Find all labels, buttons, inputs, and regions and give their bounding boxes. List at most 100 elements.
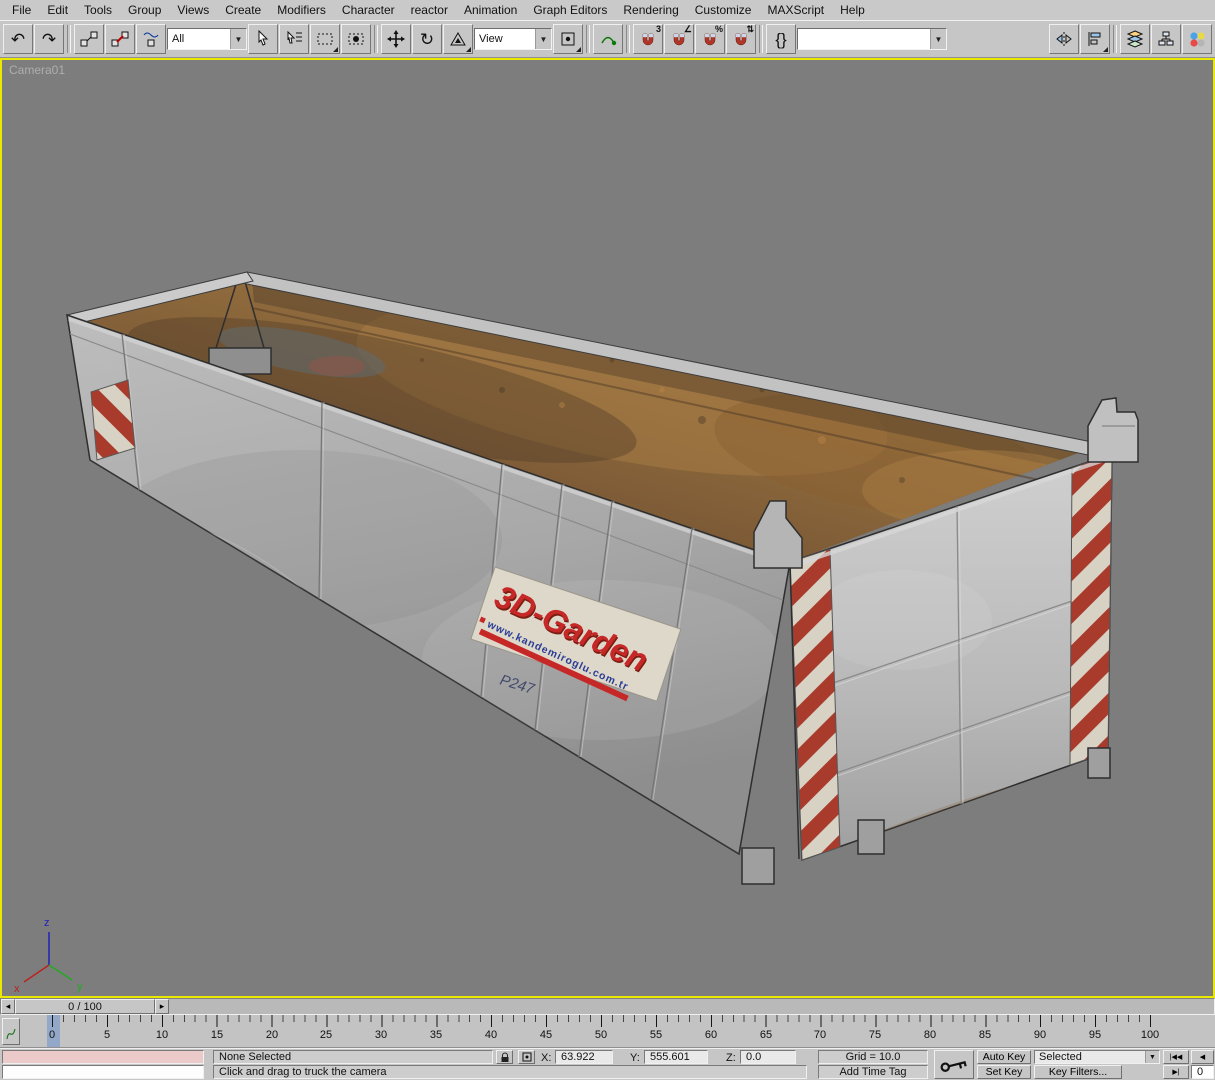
- dropdown-arrow-icon[interactable]: ▼: [1145, 1051, 1159, 1063]
- magnet-icon: [642, 33, 654, 46]
- set-key-button[interactable]: Set Key: [977, 1065, 1031, 1079]
- mirror-button[interactable]: [1049, 24, 1079, 54]
- menu-item-reactor[interactable]: reactor: [403, 1, 456, 19]
- mini-curve-editor-button[interactable]: [2, 1018, 20, 1045]
- viewport-label[interactable]: Camera01: [9, 63, 65, 77]
- selection-lock-toggle[interactable]: [496, 1050, 513, 1064]
- menu-item-modifiers[interactable]: Modifiers: [269, 1, 334, 19]
- percent-snap-toggle-button[interactable]: %: [695, 24, 725, 54]
- space-warp-icon: [143, 32, 159, 47]
- menu-item-graph-editors[interactable]: Graph Editors: [525, 1, 615, 19]
- menu-item-create[interactable]: Create: [217, 1, 269, 19]
- select-by-name-icon: [287, 30, 302, 44]
- ruler-tick-label: 95: [1088, 1029, 1102, 1041]
- container-3d-model[interactable]: 3D-Garden 3D-Garden www.kandemiroglu.com…: [65, 270, 1139, 890]
- undo-button[interactable]: ↶: [3, 24, 33, 54]
- add-time-tag-button[interactable]: Add Time Tag: [818, 1065, 928, 1079]
- menu-item-help[interactable]: Help: [832, 1, 873, 19]
- menu-item-character[interactable]: Character: [334, 1, 403, 19]
- select-object-button[interactable]: [248, 24, 278, 54]
- time-slider-handle[interactable]: 0 / 100: [15, 999, 155, 1014]
- current-frame-field[interactable]: 0: [1191, 1065, 1214, 1079]
- lock-icon: [501, 1052, 508, 1062]
- auto-key-button[interactable]: Auto Key: [977, 1050, 1031, 1064]
- menu-item-edit[interactable]: Edit: [39, 1, 76, 19]
- select-by-name-button[interactable]: [279, 24, 309, 54]
- crossing-icon: [348, 33, 364, 45]
- absolute-offset-mode-button[interactable]: [518, 1050, 535, 1064]
- align-icon: [1088, 32, 1101, 46]
- axis-z-label: z: [44, 917, 50, 929]
- toolbar-separator: [759, 25, 763, 53]
- menu-item-views[interactable]: Views: [169, 1, 217, 19]
- redo-button[interactable]: ↷: [34, 24, 64, 54]
- link-icon: [80, 31, 98, 47]
- selection-region-icon: [317, 33, 333, 45]
- track-bar[interactable]: 0 5 10 15 20 25 30 35 40 45 50 55 60 65 …: [0, 1015, 1215, 1048]
- z-coordinate-field[interactable]: 0.0: [740, 1050, 796, 1064]
- unlink-selection-button[interactable]: [105, 24, 135, 54]
- x-coordinate-field[interactable]: 63.922: [555, 1050, 613, 1064]
- rectangular-selection-region-button[interactable]: [310, 24, 340, 54]
- unlink-icon: [111, 31, 129, 47]
- selection-filter-dropdown[interactable]: All ▼: [167, 28, 247, 50]
- previous-frame-icon: ◂: [5, 1001, 11, 1011]
- select-cursor-icon: [258, 30, 269, 46]
- window-crossing-toggle-button[interactable]: [341, 24, 371, 54]
- dropdown-arrow-icon[interactable]: ▼: [930, 29, 946, 49]
- select-and-scale-button[interactable]: [443, 24, 473, 54]
- menu-item-file[interactable]: File: [4, 1, 39, 19]
- menu-item-customize[interactable]: Customize: [687, 1, 760, 19]
- schematic-view-button[interactable]: [1151, 24, 1181, 54]
- reference-coordinate-system-dropdown[interactable]: View ▼: [474, 28, 552, 50]
- menu-item-animation[interactable]: Animation: [456, 1, 525, 19]
- camera-viewport[interactable]: 3D-Garden 3D-Garden www.kandemiroglu.com…: [0, 58, 1215, 998]
- previous-frame-playback-button[interactable]: ◀: [1191, 1050, 1214, 1064]
- menu-item-maxscript[interactable]: MAXScript: [759, 1, 832, 19]
- toolbar-separator: [374, 25, 378, 53]
- menu-item-rendering[interactable]: Rendering: [615, 1, 686, 19]
- coord-system-value: View: [479, 33, 503, 45]
- next-frame-button[interactable]: ▸: [155, 999, 169, 1014]
- go-to-start-button[interactable]: |◀◀: [1163, 1050, 1189, 1064]
- named-selection-dropdown[interactable]: ▼: [797, 28, 947, 50]
- select-and-rotate-button[interactable]: ↻: [412, 24, 442, 54]
- key-filters-button[interactable]: Key Filters...: [1034, 1065, 1122, 1079]
- ruler-tick-label: 15: [210, 1029, 224, 1041]
- dropdown-arrow-icon[interactable]: ▼: [535, 29, 551, 49]
- menu-bar: File Edit Tools Group Views Create Modif…: [0, 0, 1215, 20]
- previous-frame-button[interactable]: ◂: [1, 999, 15, 1014]
- key-mode-dropdown[interactable]: Selected ▼: [1034, 1050, 1160, 1064]
- dropdown-arrow-icon[interactable]: ▼: [230, 29, 246, 49]
- y-coordinate-field[interactable]: 555.601: [644, 1050, 708, 1064]
- key-icon: [940, 1060, 967, 1072]
- ruler-tick-label: 90: [1033, 1029, 1047, 1041]
- edit-named-selection-sets-button[interactable]: {}: [766, 24, 796, 54]
- redo-icon: ↷: [41, 29, 57, 49]
- next-frame-playback-button[interactable]: ▶|: [1163, 1065, 1189, 1079]
- hazard-stripes-left-corner: [90, 379, 136, 461]
- angle-snap-toggle-button[interactable]: ∠: [664, 24, 694, 54]
- material-editor-button[interactable]: [1182, 24, 1212, 54]
- menu-item-group[interactable]: Group: [120, 1, 169, 19]
- menu-item-tools[interactable]: Tools: [76, 1, 120, 19]
- bind-to-space-warp-button[interactable]: [136, 24, 166, 54]
- set-keys-button[interactable]: [934, 1050, 974, 1079]
- time-slider-track[interactable]: ◂ 0 / 100 ▸: [0, 998, 1215, 1015]
- named-sets-icon: {}: [775, 29, 787, 49]
- layer-manager-button[interactable]: [1120, 24, 1150, 54]
- ruler-tick-label: 40: [484, 1029, 498, 1041]
- select-and-link-button[interactable]: [74, 24, 104, 54]
- ruler-tick-label: 60: [704, 1029, 718, 1041]
- maxscript-listener-input[interactable]: [2, 1065, 204, 1079]
- spinner-snap-toggle-button[interactable]: ⇅: [726, 24, 756, 54]
- ruler-tick-label: 70: [813, 1029, 827, 1041]
- snaps-toggle-button[interactable]: 3: [633, 24, 663, 54]
- use-pivot-point-center-button[interactable]: [553, 24, 583, 54]
- status-bar: None Selected Click and drag to truck th…: [0, 1048, 1215, 1080]
- select-and-move-button[interactable]: [381, 24, 411, 54]
- ruler-tick-label: 50: [594, 1029, 608, 1041]
- select-and-manipulate-button[interactable]: [593, 24, 623, 54]
- mirror-icon: [1056, 32, 1072, 46]
- align-button[interactable]: [1080, 24, 1110, 54]
